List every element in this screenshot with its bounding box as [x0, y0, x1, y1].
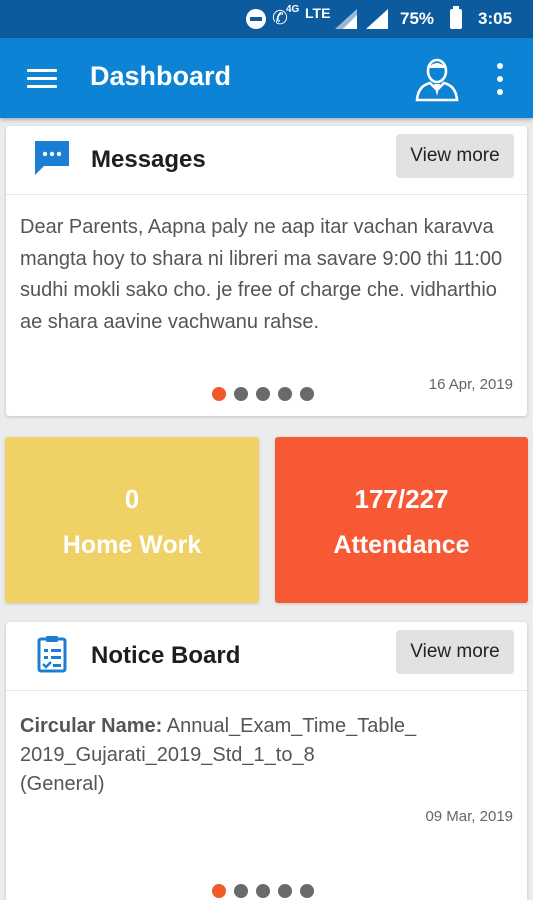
attendance-label: Attendance	[333, 531, 470, 559]
messages-pager	[212, 387, 314, 401]
battery-percent: 75%	[400, 9, 435, 28]
homework-label: Home Work	[62, 531, 202, 559]
page-title: Dashboard	[90, 61, 232, 91]
pager-dot[interactable]	[234, 387, 248, 401]
homework-count: 0	[124, 484, 140, 514]
notice-item[interactable]: Circular Name: Annual_Exam_Time_Table_ 2…	[20, 712, 515, 799]
circular-label: Circular Name:	[20, 715, 163, 737]
menu-icon[interactable]	[27, 69, 57, 89]
pager-dot[interactable]	[256, 387, 270, 401]
pager-dot[interactable]	[212, 884, 226, 898]
notice-board-title: Notice Board	[91, 642, 241, 669]
status-bar: ✆ 4G LTE 75% 3:05	[0, 0, 533, 38]
attendance-tile[interactable]: 177/227 Attendance	[275, 437, 528, 603]
notice-pager	[212, 884, 314, 898]
pager-dot[interactable]	[278, 884, 292, 898]
messages-view-more-button[interactable]: View more	[396, 134, 514, 178]
pager-dot[interactable]	[212, 387, 226, 401]
app-bar: Dashboard	[0, 38, 533, 118]
clock: 3:05	[478, 9, 513, 28]
notice-board-card: Notice Board View more Circular Name: An…	[6, 622, 527, 900]
pager-dot[interactable]	[300, 884, 314, 898]
pager-dot[interactable]	[234, 884, 248, 898]
divider	[6, 690, 527, 691]
messages-card: Messages View more Dear Parents, Aapna p…	[6, 126, 527, 416]
signal-icon	[366, 9, 388, 29]
message-date: 16 Apr, 2019	[428, 376, 513, 393]
battery-icon	[450, 6, 462, 29]
notice-date: 09 Mar, 2019	[425, 808, 513, 825]
messages-title: Messages	[91, 146, 206, 173]
profile-icon[interactable]	[414, 56, 460, 102]
notice-view-more-button[interactable]: View more	[396, 630, 514, 674]
clipboard-icon	[37, 636, 67, 673]
more-vert-icon[interactable]	[490, 63, 510, 95]
pager-dot[interactable]	[278, 387, 292, 401]
pager-dot[interactable]	[256, 884, 270, 898]
network-type-label: LTE	[305, 5, 331, 21]
homework-tile[interactable]: 0 Home Work	[5, 437, 259, 603]
message-text: Dear Parents, Aapna paly ne aap itar vac…	[20, 216, 503, 333]
attendance-count: 177/227	[354, 484, 449, 514]
divider	[6, 194, 527, 195]
signal-icon	[335, 9, 357, 29]
network-4g-label: 4G	[286, 4, 300, 15]
dnd-icon	[246, 9, 266, 29]
chat-icon	[35, 141, 69, 175]
pager-dot[interactable]	[300, 387, 314, 401]
circular-category: (General)	[20, 773, 105, 795]
